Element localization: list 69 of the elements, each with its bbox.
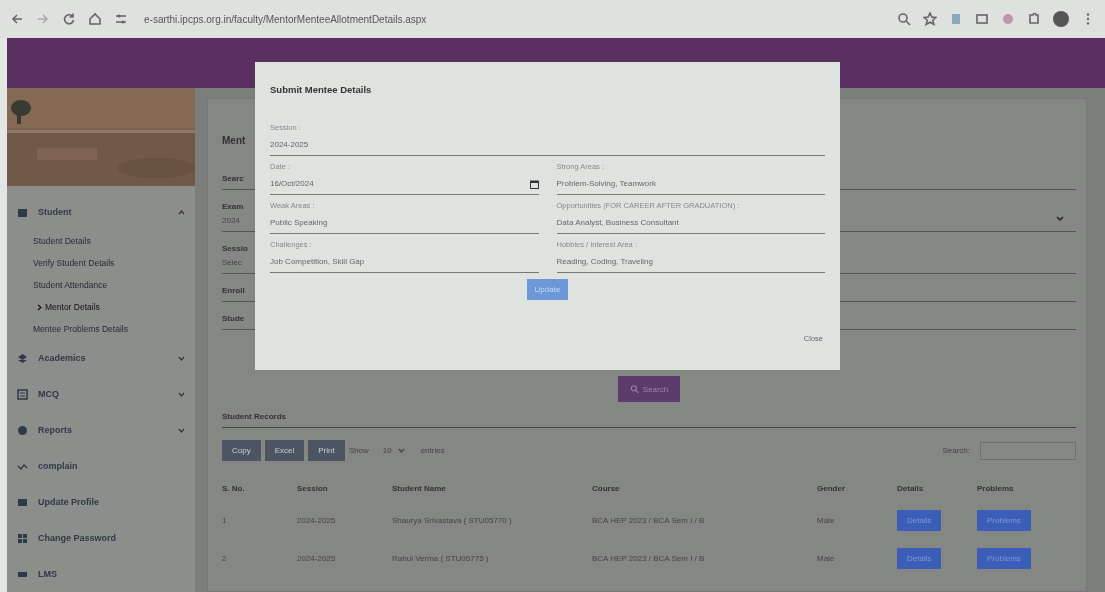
field-value: Reading, Coding, Traveling	[556, 257, 653, 266]
field-value: Problem-Solving, Teamwork	[556, 179, 656, 188]
sidebar-item[interactable]: Academics	[7, 340, 195, 376]
section-title: Student Records	[222, 412, 1076, 428]
table-cell-text: 2024-2025	[297, 514, 337, 527]
field-value: Public Speaking	[270, 218, 328, 227]
sidebar-subitem[interactable]: Student Details	[7, 230, 91, 252]
export-button[interactable]: Excel	[264, 440, 305, 461]
avatar-icon[interactable]	[1053, 11, 1069, 27]
column-header[interactable]: Gender	[817, 475, 897, 501]
export-button[interactable]: Copy	[222, 440, 261, 461]
field-label: Stude	[222, 314, 245, 323]
grid-icon	[17, 532, 28, 544]
entries-label: entries	[420, 446, 445, 455]
sidebar-subitem[interactable]: Verify Student Details	[7, 252, 115, 274]
page-title: Ment	[222, 135, 246, 146]
field-value: 16/Oct/2024	[270, 179, 314, 188]
home-icon[interactable]	[88, 12, 102, 26]
sidebar-item[interactable]: Change Password	[7, 520, 195, 556]
field-value: Data Analyst, Business Consultant	[556, 218, 679, 227]
field-label: Enroll	[222, 286, 245, 295]
chevron-down-icon[interactable]	[1056, 214, 1064, 223]
sidebar-subitem[interactable]: Mentee Problems Details	[7, 318, 128, 340]
monitor-icon	[17, 496, 28, 508]
show-label: Show	[348, 446, 369, 455]
search-label: Search:	[942, 446, 970, 455]
sidebar-item[interactable]: Student	[7, 194, 195, 230]
export-button[interactable]: Print	[308, 440, 345, 461]
sidebar-item[interactable]: MCQ	[7, 376, 195, 412]
table-cell-text: 2024-2025	[297, 552, 337, 565]
column-header[interactable]: Course	[592, 475, 817, 501]
table-cell-text: Male	[817, 552, 836, 565]
sidebar-subitem[interactable]: Mentor Details	[7, 296, 100, 318]
sidebar-subitem[interactable]: Student Attendance	[7, 274, 108, 296]
column-header[interactable]: S. No.	[222, 475, 297, 501]
column-header[interactable]: Student Name	[392, 475, 592, 501]
search-icon	[629, 382, 639, 396]
field-label: Sessio	[222, 244, 248, 253]
back-icon[interactable]	[10, 12, 24, 26]
sidebar-item[interactable]: complain	[7, 448, 195, 484]
search-button[interactable]: Search	[617, 376, 681, 402]
column-header[interactable]: Details	[897, 475, 977, 501]
sidebar-item[interactable]: LMS	[7, 556, 195, 592]
chevron-right-icon	[37, 303, 42, 311]
address-bar[interactable]: e-sarthi.ipcps.org.in/faculty/MentorMenteeAllotmentDetails.aspx	[144, 13, 427, 25]
table-cell-text: 1	[222, 514, 228, 527]
star-icon[interactable]	[923, 12, 937, 26]
field-value: 2024	[222, 216, 240, 225]
table-icon	[17, 206, 28, 218]
calendar-icon[interactable]	[529, 180, 539, 189]
column-header[interactable]: Session	[297, 475, 392, 501]
sidebar-item[interactable]: Update Profile	[7, 484, 195, 520]
field-value: Job Competition, Skill Gap	[270, 257, 365, 266]
update-button[interactable]: Update	[526, 279, 569, 300]
field-label: Exam	[222, 202, 244, 211]
site-settings-icon[interactable]	[114, 12, 128, 26]
column-header[interactable]: Problems	[977, 475, 1067, 501]
extension-icon[interactable]	[975, 12, 989, 26]
field-label: Searc	[222, 174, 244, 183]
zoom-icon[interactable]	[897, 12, 911, 26]
sidebar-item[interactable]: Reports	[7, 412, 195, 448]
layers-icon	[17, 352, 28, 364]
table-cell-text: Male	[817, 514, 836, 527]
reload-icon[interactable]	[62, 12, 76, 26]
caret-icon	[397, 448, 405, 453]
field-value: 2024-2025	[270, 140, 309, 149]
puzzle-icon[interactable]	[1027, 12, 1041, 26]
list-icon	[17, 388, 28, 400]
dialog-title: Submit Mentee Details	[270, 84, 373, 95]
